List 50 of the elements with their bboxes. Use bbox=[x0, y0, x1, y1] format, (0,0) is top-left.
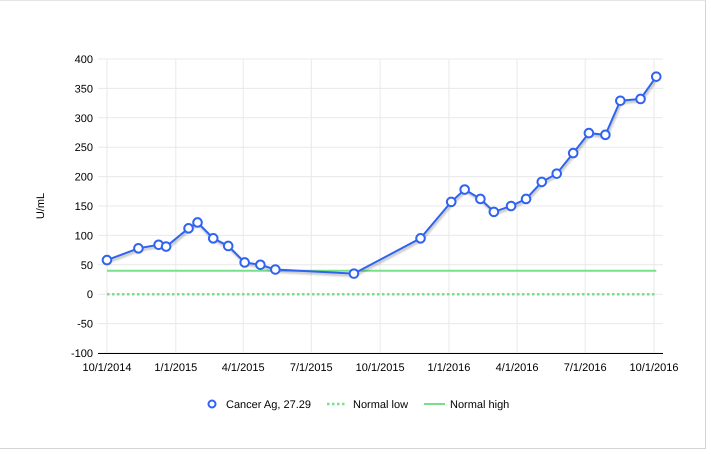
data-point bbox=[255, 260, 266, 270]
x-tick-label: 10/1/2016 bbox=[630, 362, 678, 374]
y-tick-label: 350 bbox=[74, 83, 93, 96]
data-point bbox=[615, 95, 626, 106]
data-point bbox=[160, 241, 172, 252]
data-point bbox=[133, 243, 144, 254]
data-point bbox=[192, 217, 203, 228]
x-tick-label: 10/1/2015 bbox=[356, 362, 405, 374]
legend-label: Normal high bbox=[450, 399, 510, 411]
data-point bbox=[635, 94, 646, 104]
data-point bbox=[520, 194, 532, 204]
data-point bbox=[183, 223, 194, 234]
data-point bbox=[475, 194, 486, 204]
y-tick-label: 250 bbox=[74, 142, 93, 154]
y-tick-label: -50 bbox=[77, 318, 93, 331]
data-point bbox=[208, 233, 219, 244]
y-axis-title: U/mL bbox=[35, 192, 47, 220]
x-tick-label: 1/1/2016 bbox=[428, 362, 470, 374]
x-tick-label: 4/1/2016 bbox=[496, 362, 538, 374]
x-tick-label: 4/1/2015 bbox=[222, 362, 265, 374]
legend-label: Cancer Ag, 27.29 bbox=[226, 399, 312, 411]
data-point bbox=[506, 200, 516, 212]
data-point bbox=[551, 168, 562, 179]
y-tick-label: 50 bbox=[80, 260, 93, 272]
y-tick-label: 200 bbox=[74, 172, 93, 184]
data-point bbox=[102, 254, 112, 266]
data-point bbox=[270, 264, 281, 275]
x-tick-label: 1/1/2015 bbox=[154, 362, 198, 374]
legend-label: Normal low bbox=[353, 399, 408, 411]
y-tick-label: 300 bbox=[74, 112, 93, 125]
data-point bbox=[600, 130, 611, 140]
data-point bbox=[568, 148, 578, 158]
data-point bbox=[348, 268, 360, 279]
data-point bbox=[488, 206, 500, 218]
x-tick-label: 7/1/2015 bbox=[290, 362, 333, 374]
x-tick-label: 10/1/2014 bbox=[82, 362, 132, 374]
data-point bbox=[536, 176, 548, 188]
data-point bbox=[446, 196, 457, 208]
x-tick-label: 7/1/2016 bbox=[564, 362, 607, 374]
y-tick-label: -100 bbox=[70, 348, 93, 360]
data-point bbox=[222, 240, 234, 252]
data-point bbox=[239, 257, 250, 268]
data-point bbox=[584, 128, 594, 138]
data-point bbox=[415, 233, 426, 244]
y-tick-label: 400 bbox=[74, 54, 93, 66]
data-point bbox=[650, 71, 662, 82]
y-tick-label: 0 bbox=[86, 289, 93, 302]
y-tick-label: 150 bbox=[74, 201, 93, 213]
y-tick-label: 100 bbox=[74, 230, 93, 242]
data-point bbox=[459, 184, 470, 195]
